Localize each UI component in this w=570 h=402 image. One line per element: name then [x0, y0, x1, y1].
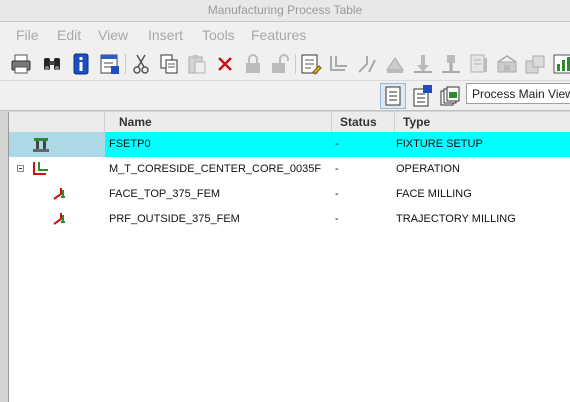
- properties-window-icon[interactable]: [98, 52, 122, 76]
- row-type: FACE MILLING: [396, 188, 472, 200]
- toolbar-separator: [125, 54, 126, 74]
- multi-view-icon[interactable]: [438, 84, 462, 108]
- column-header-tree[interactable]: [9, 112, 105, 132]
- row-type: OPERATION: [396, 163, 460, 175]
- main-toolbar: [0, 48, 570, 81]
- cut-icon[interactable]: [129, 52, 153, 76]
- unlock-icon[interactable]: [268, 52, 292, 76]
- tool-insert-icon[interactable]: [411, 52, 435, 76]
- drill-icon[interactable]: [439, 52, 463, 76]
- chart-icon[interactable]: [551, 52, 570, 76]
- row-type: TRAJECTORY MILLING: [396, 213, 516, 225]
- column-header-type[interactable]: Type: [395, 112, 570, 132]
- row-status: -: [335, 138, 339, 150]
- column-header-status[interactable]: Status: [332, 112, 395, 132]
- numbered-list-icon[interactable]: [410, 84, 434, 108]
- menu-edit[interactable]: Edit: [57, 27, 81, 43]
- menu-insert[interactable]: Insert: [148, 27, 183, 43]
- clear-icon[interactable]: [383, 52, 407, 76]
- row-status: -: [335, 188, 339, 200]
- row-status: -: [335, 213, 339, 225]
- operation-icon: [31, 159, 51, 179]
- sequence-icon[interactable]: [467, 52, 491, 76]
- toolbar-separator: [295, 54, 296, 74]
- menu-features[interactable]: Features: [251, 27, 306, 43]
- title-bar: Manufacturing Process Table: [0, 0, 570, 22]
- workcell-icon[interactable]: [523, 52, 547, 76]
- window-title: Manufacturing Process Table: [207, 3, 363, 17]
- print-icon[interactable]: [9, 52, 33, 76]
- view-selector[interactable]: Process Main View: [466, 83, 570, 104]
- info-icon[interactable]: [69, 52, 93, 76]
- step-icon[interactable]: [327, 52, 351, 76]
- column-header-name[interactable]: Name: [105, 112, 332, 132]
- lock-icon[interactable]: [241, 52, 265, 76]
- table-row[interactable]: PRF_OUTSIDE_375_FEM - TRAJECTORY MILLING: [9, 207, 570, 232]
- row-name: M_T_CORESIDE_CENTER_CORE_0035F: [109, 163, 322, 175]
- tree-cell: [9, 182, 105, 207]
- process-table: Name Status Type FSETP0 - FIXTURE SETUP …: [8, 112, 570, 402]
- table-row[interactable]: M_T_CORESIDE_CENTER_CORE_0035F - OPERATI…: [9, 157, 570, 182]
- table-row[interactable]: FSETP0 - FIXTURE SETUP: [9, 132, 570, 157]
- table-header: Name Status Type: [9, 112, 570, 133]
- row-name: FACE_TOP_375_FEM: [109, 188, 221, 200]
- face-milling-icon: [51, 184, 71, 204]
- tree-cell: [9, 132, 105, 157]
- menu-file[interactable]: File: [16, 27, 39, 43]
- binoculars-icon[interactable]: [40, 52, 64, 76]
- edit-table-icon[interactable]: [299, 52, 323, 76]
- row-name: FSETP0: [109, 138, 151, 150]
- delete-icon[interactable]: [213, 52, 237, 76]
- copy-icon[interactable]: [157, 52, 181, 76]
- collapse-toggle[interactable]: [17, 165, 24, 172]
- paste-icon[interactable]: [185, 52, 209, 76]
- tool-path-icon[interactable]: [355, 52, 379, 76]
- row-name: PRF_OUTSIDE_375_FEM: [109, 213, 240, 225]
- fixture-setup-icon: [31, 134, 51, 154]
- menu-bar: File Edit View Insert Tools Features: [0, 22, 570, 48]
- row-type: FIXTURE SETUP: [396, 138, 483, 150]
- list-view-icon[interactable]: [380, 83, 406, 109]
- fixture-icon[interactable]: [495, 52, 519, 76]
- table-row[interactable]: FACE_TOP_375_FEM - FACE MILLING: [9, 182, 570, 207]
- trajectory-milling-icon: [51, 209, 71, 229]
- tree-cell: [9, 207, 105, 232]
- menu-view[interactable]: View: [98, 27, 128, 43]
- row-status: -: [335, 163, 339, 175]
- menu-tools[interactable]: Tools: [202, 27, 235, 43]
- tree-cell: [9, 157, 105, 182]
